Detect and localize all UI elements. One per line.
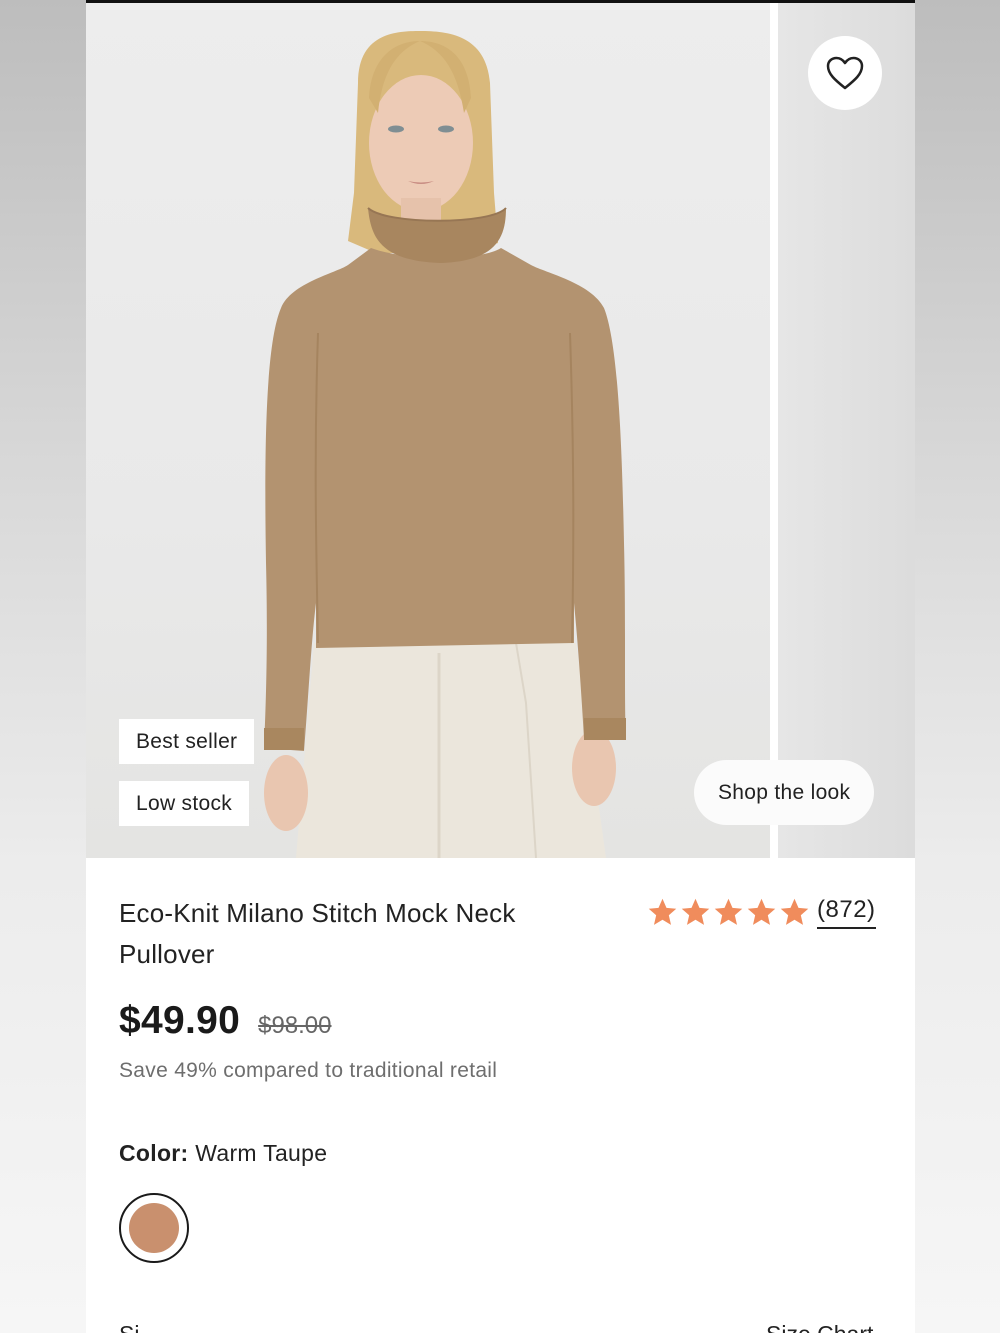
size-label: Si — [119, 1321, 139, 1333]
product-page: Best seller Low stock Shop the look Eco-… — [86, 3, 915, 1333]
best-seller-badge: Best seller — [119, 719, 255, 764]
product-title: Eco-Knit Milano Stitch Mock Neck Pullove… — [119, 898, 516, 969]
color-value: Warm Taupe — [195, 1140, 328, 1166]
star-icon — [681, 898, 710, 925]
price-row: $49.90 $98.00 — [119, 999, 332, 1043]
favorite-button[interactable] — [808, 36, 882, 110]
low-stock-badge: Low stock — [119, 781, 250, 826]
review-count-link[interactable]: (872) — [817, 896, 876, 929]
size-chart-link[interactable]: Size Chart — [766, 1321, 873, 1333]
rating-stars — [646, 896, 811, 929]
color-label: Color: — [119, 1140, 189, 1166]
swatch-fill — [129, 1203, 179, 1253]
star-icon — [747, 898, 776, 925]
color-swatch-warm-taupe[interactable] — [119, 1193, 189, 1263]
sale-price: $49.90 — [119, 999, 241, 1042]
shop-the-look-button[interactable]: Shop the look — [694, 760, 875, 825]
color-selection-label: Color: Warm Taupe — [119, 1140, 327, 1167]
star-icon — [780, 898, 809, 925]
compare-at-price: $98.00 — [258, 1012, 332, 1039]
savings-text: Save 49% compared to traditional retail — [119, 1059, 498, 1082]
star-icon — [648, 898, 677, 925]
product-image-gallery[interactable]: Best seller Low stock Shop the look — [86, 3, 915, 858]
product-rating[interactable]: (872) — [646, 896, 876, 929]
star-icon — [714, 898, 743, 925]
product-image-next[interactable] — [778, 3, 915, 858]
heart-outline-icon — [826, 56, 864, 90]
